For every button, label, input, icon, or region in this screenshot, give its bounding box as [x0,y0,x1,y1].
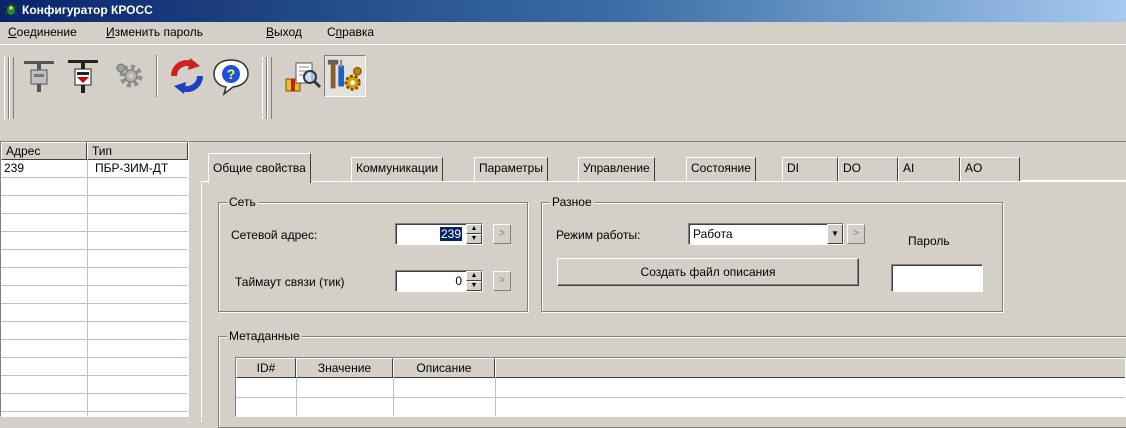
refresh-icon [170,58,204,94]
spin-down-icon[interactable]: ▼ [466,281,482,291]
column-header-type[interactable]: Тип [87,142,188,160]
connect-button[interactable] [18,55,60,97]
metadata-grid[interactable]: ID# Значение Описание [235,357,1126,417]
mode-label: Режим работы: [556,228,641,242]
network-group-title: Сеть [227,195,258,209]
device-list[interactable]: Адрес Тип 239 ПБР-3ИМ-ДТ [0,141,189,417]
empty-row[interactable] [1,358,188,376]
toolbar-separator [156,55,158,97]
create-description-file-button[interactable]: Создать файл описания [557,258,859,286]
chevron-right-icon: > [499,275,505,286]
device-row[interactable]: 239 ПБР-3ИМ-ДТ [1,160,188,178]
tab-ai[interactable]: AI [898,157,960,181]
network-group: Сеть Сетевой адрес: 239 ▲ ▼ > Таймаут св… [218,195,528,312]
empty-row[interactable] [1,322,188,340]
tab-control[interactable]: Управление [578,157,655,181]
spin-up-icon[interactable]: ▲ [466,224,482,234]
empty-row[interactable] [1,376,188,394]
metadata-group-title: Метаданные [227,329,302,343]
toolbar: ? [0,44,1126,142]
tab-communications[interactable]: Коммуникации [351,157,444,181]
empty-row[interactable] [1,214,188,232]
column-header-empty [495,358,1125,378]
help-icon: ? [213,59,249,97]
tab-parameters[interactable]: Параметры [474,157,548,181]
misc-group: Разное Режим работы: Работа ▼ > Пароль С… [541,195,1003,312]
password-label: Пароль [908,234,950,248]
empty-row[interactable] [1,304,188,322]
menu-change-password[interactable]: Изменить пароль [106,25,203,39]
tab-general-properties[interactable]: Общие свойства [208,153,311,183]
mode-select[interactable]: Работа ▼ [688,223,844,245]
grid-line [236,397,1125,398]
menu-connection[interactable]: Соединение [8,25,77,39]
chevron-right-icon: > [499,228,505,239]
column-header-id[interactable]: ID# [236,358,296,378]
empty-row[interactable] [1,340,188,358]
spin-buttons[interactable]: ▲ ▼ [466,271,482,291]
settings-button[interactable] [108,55,150,97]
device-type: ПБР-3ИМ-ДТ [95,161,169,175]
network-address-label: Сетевой адрес: [231,228,318,242]
apply-address-button[interactable]: > [493,224,511,244]
device-address: 239 [4,161,25,175]
chevron-right-icon: > [853,228,859,239]
tab-do[interactable]: DO [838,157,898,181]
toolbar-grip[interactable] [267,57,272,119]
timeout-spinner[interactable]: 0 ▲ ▼ [395,270,483,292]
app-icon [4,3,18,15]
title-bar[interactable]: Конфигуратор КРОСС [0,0,1126,22]
spin-down-icon[interactable]: ▼ [466,234,482,244]
disconnect-icon [68,60,98,93]
column-header-description[interactable]: Описание [393,358,495,378]
tab-state[interactable]: Состояние [686,157,756,181]
svg-text:?: ? [227,66,236,82]
help-button[interactable]: ? [210,55,252,97]
empty-row[interactable] [1,250,188,268]
empty-row[interactable] [1,232,188,250]
empty-row[interactable] [1,196,188,214]
mode-value: Работа [693,227,733,241]
refresh-button[interactable] [166,55,208,97]
menu-exit[interactable]: Выход [266,25,302,39]
column-header-address[interactable]: Адрес [1,142,87,160]
empty-row[interactable] [1,268,188,286]
tab-di[interactable]: DI [782,157,838,181]
empty-row[interactable] [1,178,188,196]
spin-up-icon[interactable]: ▲ [466,271,482,281]
network-address-spinner[interactable]: 239 ▲ ▼ [395,223,483,245]
spin-buttons[interactable]: ▲ ▼ [466,224,482,244]
empty-row[interactable] [1,286,188,304]
timeout-label: Таймаут связи (тик) [235,275,345,289]
network-address-value: 239 [439,227,462,241]
timeout-value: 0 [455,274,462,288]
tools-config-button[interactable] [324,55,366,97]
password-input[interactable] [891,264,983,292]
menu-help[interactable]: Справка [327,25,374,39]
menu-bar: Соединение Изменить пароль Выход Справка [0,22,1126,42]
window-title: Конфигуратор КРОСС [22,3,153,17]
misc-group-title: Разное [550,195,594,209]
tools-config-icon [327,59,362,91]
column-header-value[interactable]: Значение [296,358,393,378]
tab-ao[interactable]: AO [960,157,1020,181]
settings-gear-icon [116,63,143,88]
panel-splitter[interactable] [189,141,199,417]
toolbar-grip[interactable] [9,57,14,119]
apply-mode-button[interactable]: > [847,224,865,244]
chevron-down-icon[interactable]: ▼ [827,224,843,244]
search-package-button[interactable] [282,55,324,97]
disconnect-button[interactable] [62,55,104,97]
search-package-icon [285,62,322,92]
apply-timeout-button[interactable]: > [493,271,511,291]
empty-row[interactable] [1,394,188,412]
connect-icon [24,61,54,92]
